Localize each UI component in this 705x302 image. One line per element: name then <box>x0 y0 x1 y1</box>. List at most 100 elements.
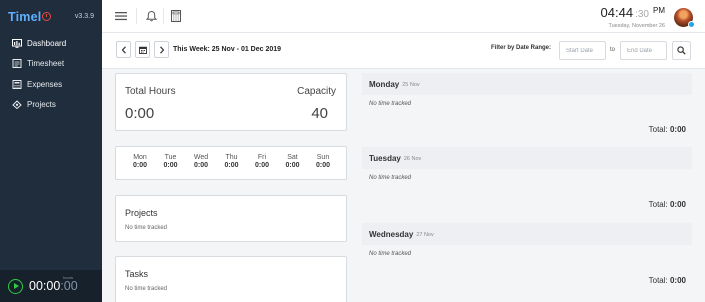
next-week-button[interactable] <box>154 41 169 58</box>
projects-icon <box>11 100 22 110</box>
day-name: Tue <box>164 154 177 161</box>
day-log-total-value: 0:00 <box>669 276 686 285</box>
tasks-title: Tasks <box>125 269 149 279</box>
week-toolbar: This Week: 25 Nov - 01 Dec 2019 Filter b… <box>102 33 705 69</box>
day-log-date: 26 Nov <box>403 155 422 162</box>
day-hours: 0:00 <box>315 162 330 169</box>
total-hours-label: Total Hours <box>125 86 176 97</box>
day-log-total: Total: 0:00 <box>649 200 686 209</box>
day-log-total-label: Total: <box>648 276 668 285</box>
search-icon <box>677 46 686 55</box>
day-hours: 0:00 <box>224 162 239 169</box>
day-name: Thu <box>225 154 238 161</box>
day-log-total-value: 0:00 <box>669 125 686 134</box>
day-summary: Fri 0:00 <box>249 154 275 169</box>
app-logo[interactable]: Timel <box>8 10 52 24</box>
prev-week-button[interactable] <box>116 41 131 58</box>
header-divider <box>136 8 137 24</box>
capacity-value: 40 <box>311 105 328 122</box>
day-name: Wed <box>193 154 209 161</box>
menu-icon[interactable] <box>114 9 128 23</box>
sidebar-item-projects[interactable]: Projects <box>0 95 102 116</box>
calendar-button[interactable] <box>135 41 150 58</box>
filter-search-button[interactable] <box>672 41 691 60</box>
capacity-label: Capacity <box>297 86 336 97</box>
sidebar-nav: Dashboard Timesheet Expenses Projects <box>0 33 102 115</box>
clock-ampm: PM <box>653 6 665 15</box>
day-hours: 0:00 <box>163 162 178 169</box>
sidebar-item-label: Projects <box>27 100 56 110</box>
week-range-label: This Week: 25 Nov - 01 Dec 2019 <box>173 46 282 53</box>
timesheet-icon <box>11 59 22 69</box>
day-summary: Tue 0:00 <box>158 154 184 169</box>
day-log-total: Total: 0:00 <box>649 125 686 134</box>
calculator-icon[interactable] <box>169 9 183 23</box>
start-date-input[interactable] <box>559 41 606 60</box>
day-log-empty-text: No time tracked <box>369 251 412 257</box>
tasks-empty-text: No time tracked <box>125 286 168 292</box>
sidebar-item-dashboard[interactable]: Dashboard <box>0 33 102 54</box>
sidebar: Timel v3.3.9 Dashboard Timesheet Expense… <box>0 0 102 302</box>
day-log-monday: Monday 25 Nov No time tracked Total: 0:0… <box>362 73 692 137</box>
brand: Timel v3.3.9 <box>0 0 102 33</box>
day-summary: Mon 0:00 <box>127 154 153 169</box>
day-name: Sun <box>316 154 330 161</box>
day-log-name: Wednesday <box>369 229 414 239</box>
timer-unit-label: hours <box>63 275 74 280</box>
day-log-date: 27 Nov <box>416 231 434 238</box>
filter-label: Filter by Date Range: <box>491 45 552 51</box>
status-dot <box>688 21 695 28</box>
timer-display: 00:00:00 <box>29 279 78 293</box>
header-divider <box>163 8 164 24</box>
day-log-header: Monday 25 Nov <box>362 73 692 95</box>
sidebar-item-expenses[interactable]: Expenses <box>0 74 102 95</box>
day-log-total: Total: 0:00 <box>649 276 686 285</box>
timer-main: 00:00 <box>29 279 61 293</box>
day-name: Mon <box>133 154 147 161</box>
total-hours-card: Total Hours 0:00 Capacity 40 <box>115 73 347 131</box>
avatar[interactable] <box>674 8 695 28</box>
top-header: 04:44:30 PM Tuesday, November 26 <box>102 0 705 33</box>
clock-time: 04:44 <box>600 5 634 20</box>
clock-date: Tuesday, November 26 <box>608 23 665 29</box>
day-log-header: Tuesday 26 Nov <box>362 147 692 169</box>
day-log-empty-text: No time tracked <box>369 175 412 181</box>
day-log-date: 25 Nov <box>402 81 420 88</box>
header-clock: 04:44:30 PM Tuesday, November 26 <box>601 4 665 29</box>
expenses-icon <box>11 79 22 89</box>
day-log-empty-text: No time tracked <box>369 101 412 107</box>
sidebar-item-label: Expenses <box>27 79 63 89</box>
day-summary: Wed 0:00 <box>188 154 214 169</box>
clock-logo-icon <box>42 12 52 21</box>
day-name: Sat <box>287 154 298 161</box>
day-log-total-label: Total: <box>648 200 668 209</box>
sidebar-item-label: Dashboard <box>27 38 67 48</box>
chevron-left-icon <box>121 45 126 54</box>
day-name: Fri <box>257 154 267 161</box>
to-label: to <box>610 47 616 53</box>
timer-seconds: 00 <box>63 279 78 293</box>
day-log-name: Tuesday <box>369 153 401 163</box>
total-hours-value: 0:00 <box>125 105 155 122</box>
sidebar-item-timesheet[interactable]: Timesheet <box>0 54 102 75</box>
projects-empty-text: No time tracked <box>125 225 168 231</box>
timer-bar: 00:00:00 hours <box>0 270 102 302</box>
app-version: v3.3.9 <box>74 13 94 20</box>
day-summary: Thu 0:00 <box>219 154 245 169</box>
weekly-breakdown-card: Mon 0:00 Tue 0:00 Wed 0:00 Thu 0:00 Fri … <box>115 146 347 180</box>
tasks-card: Tasks No time tracked <box>115 256 347 302</box>
day-hours: 0:00 <box>285 162 300 169</box>
dashboard-icon <box>11 38 22 48</box>
day-log-header: Wednesday 27 Nov <box>362 223 692 245</box>
day-log-name: Monday <box>369 79 400 89</box>
end-date-input[interactable] <box>620 41 667 60</box>
day-summary: Sat 0:00 <box>280 154 306 169</box>
projects-title: Projects <box>125 208 158 218</box>
projects-card: Projects No time tracked <box>115 195 347 242</box>
bell-icon[interactable] <box>144 9 158 23</box>
play-icon[interactable] <box>8 278 23 294</box>
day-hours: 0:00 <box>254 162 269 169</box>
day-hours: 0:00 <box>132 162 147 169</box>
calendar-icon <box>138 46 147 54</box>
chevron-right-icon <box>159 45 164 54</box>
